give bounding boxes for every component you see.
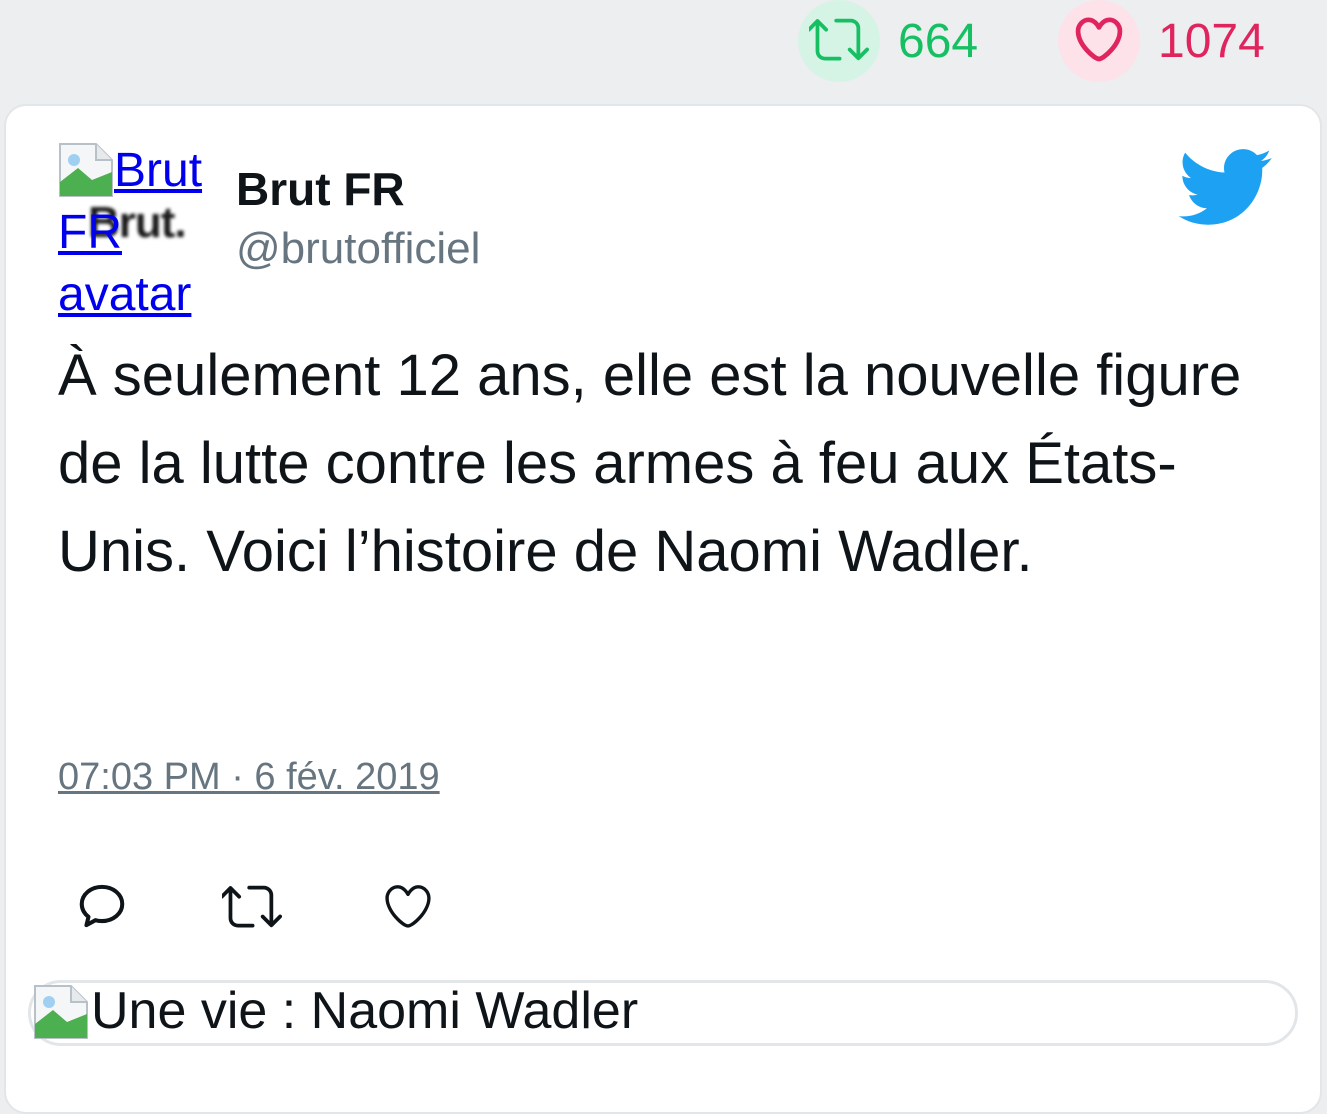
tweet-text: À seulement 12 ans, elle est la nouvelle… <box>58 343 1242 584</box>
avatar[interactable]: Brut. Brut FR avatar <box>58 140 220 321</box>
author-name[interactable]: Brut FR <box>236 162 405 216</box>
media-preview[interactable]: Une vie : Naomi Wadler <box>28 980 1298 1046</box>
reply-icon[interactable] <box>72 876 132 936</box>
heart-icon <box>1072 12 1126 71</box>
retweet-stat[interactable]: 664 <box>798 0 978 82</box>
twitter-bird-icon[interactable] <box>1174 146 1274 233</box>
tweet-stats-bar: 664 1074 <box>0 0 1327 90</box>
like-count: 1074 <box>1158 14 1265 68</box>
retweet-stat-circle[interactable] <box>798 0 880 82</box>
broken-image-icon <box>33 984 89 1045</box>
like-stat[interactable]: 1074 <box>1058 0 1265 82</box>
media-alt-text: Une vie : Naomi Wadler <box>91 982 639 1040</box>
like-action-icon[interactable] <box>378 876 438 936</box>
like-stat-circle[interactable] <box>1058 0 1140 82</box>
retweet-action-icon[interactable] <box>222 876 282 936</box>
tweet-timestamp[interactable]: 07:03 PM · 6 fév. 2019 <box>58 756 440 799</box>
retweet-count: 664 <box>898 14 979 68</box>
author-handle[interactable]: @brutofficiel <box>236 224 480 274</box>
retweet-icon <box>806 9 869 74</box>
tweet-card: Brut. Brut FR avatar Brut FR @brutoffici… <box>4 104 1322 1114</box>
